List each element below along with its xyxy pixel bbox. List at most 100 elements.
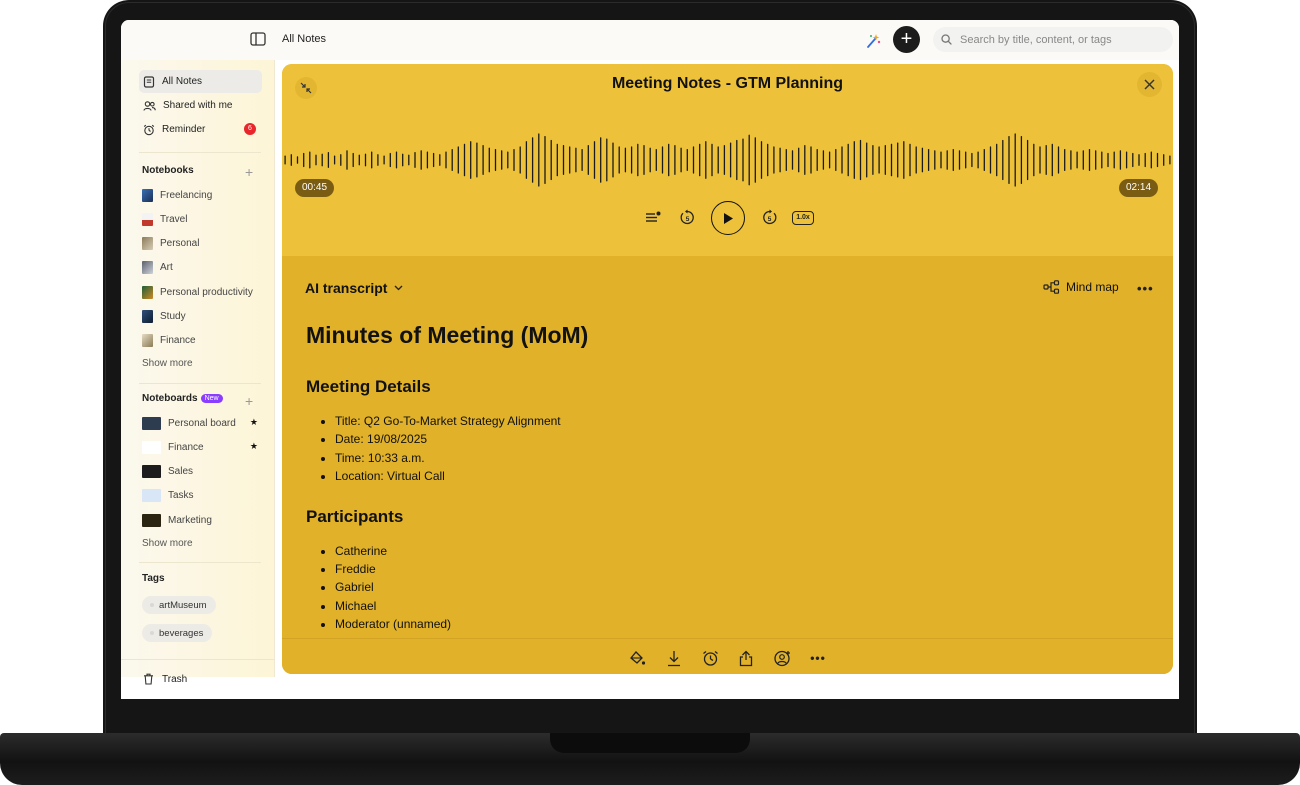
noteboards-show-more-link[interactable]: Show more [142, 538, 193, 549]
chapters-button[interactable] [645, 210, 661, 226]
sidebar-divider [139, 562, 261, 563]
add-note-button[interactable]: + [893, 26, 920, 53]
notebook-label: Study [160, 310, 186, 322]
notebook-label: Finance [160, 334, 196, 346]
notebook-cover [142, 260, 153, 274]
app-window: All Notes + All Notes Shared with me R [121, 20, 1179, 699]
sidebar-divider [139, 152, 261, 153]
notebook-label: Art [160, 261, 173, 273]
notebook-item[interactable]: Personal productivity [142, 283, 262, 301]
noteboard-item[interactable]: Tasks [142, 486, 262, 504]
section-heading-meeting-details: Meeting Details [306, 377, 431, 396]
add-user-icon [773, 650, 790, 666]
notebook-item[interactable]: Study [142, 307, 262, 325]
new-badge: New [200, 394, 223, 403]
audio-player: Meeting Notes - GTM Planning 00:45 02:14… [282, 64, 1173, 256]
sidebar-item-shared[interactable]: Shared with me [139, 94, 262, 117]
laptop-notch [550, 733, 750, 753]
sidebar-divider [139, 383, 261, 384]
sidebar-item-reminder[interactable]: Reminder 6 [139, 118, 262, 141]
sidebar: All Notes Shared with me Reminder 6 Note… [121, 60, 275, 677]
list-item: Date: 19/08/2025 [335, 430, 1126, 448]
tag-pill[interactable]: beverages [142, 624, 213, 642]
list-item: Catherine [335, 542, 1126, 560]
noteboard-label: Finance [168, 441, 204, 453]
notebooks-show-more-link[interactable]: Show more [142, 358, 193, 369]
more-actions-button[interactable]: ••• [809, 649, 827, 667]
list-item: Time: 10:33 a.m. [335, 449, 1126, 467]
noteboard-item[interactable]: Finance ★ [142, 438, 262, 456]
noteboard-item[interactable]: Personal board ★ [142, 414, 262, 432]
sidebar-toggle-icon[interactable] [250, 32, 266, 46]
top-bar: All Notes + [121, 20, 1179, 60]
mind-map-button[interactable]: Mind map [1043, 280, 1119, 294]
tags-heading: Tags [142, 573, 165, 584]
noteboard-item[interactable]: Sales [142, 462, 262, 480]
close-icon [1144, 79, 1155, 90]
sidebar-item-trash[interactable]: Trash [139, 670, 187, 688]
list-item: Title: Q2 Go-To-Market Strategy Alignmen… [335, 412, 1126, 430]
alarm-clock-icon [702, 650, 718, 666]
playback-controls: 5 5 1.0x [642, 201, 822, 235]
skip-forward-button[interactable]: 5 [761, 209, 778, 226]
ai-transcript-label: AI transcript [305, 280, 388, 296]
skip-back-button[interactable]: 5 [679, 209, 696, 226]
svg-text:5: 5 [686, 216, 690, 223]
participants-list: Catherine Freddie Gabriel Michael Modera… [335, 542, 1126, 634]
notebook-item[interactable]: Personal [142, 234, 262, 252]
notebook-item[interactable]: Freelancing [142, 186, 262, 204]
notebook-cover [142, 236, 153, 250]
noteboard-label: Sales [168, 465, 194, 477]
note-action-bar: ••• [282, 638, 1173, 674]
noteboard-cover [142, 416, 161, 430]
search-input[interactable] [960, 33, 1160, 46]
notebook-label: Personal productivity [160, 286, 253, 298]
close-button[interactable] [1137, 72, 1162, 97]
notebook-cover [142, 309, 153, 323]
notebook-item[interactable]: Travel [142, 210, 262, 228]
reminder-button[interactable] [701, 649, 719, 667]
notebook-item[interactable]: Art [142, 258, 262, 276]
sidebar-item-label: All Notes [162, 76, 203, 87]
notebook-item[interactable]: Finance [142, 331, 262, 349]
share-button[interactable] [737, 649, 755, 667]
transcript-document: Minutes of Meeting (MoM) Meeting Details… [306, 320, 1126, 654]
paint-bucket-icon [629, 650, 645, 665]
note-title: Meeting Notes - GTM Planning [611, 75, 844, 92]
noteboard-label: Tasks [168, 489, 194, 501]
noteboard-cover [142, 513, 161, 527]
noteboard-cover [142, 440, 161, 454]
meeting-details-list: Title: Q2 Go-To-Market Strategy Alignmen… [335, 412, 1126, 486]
noteboard-label: Personal board [168, 417, 236, 429]
add-noteboard-icon[interactable]: + [245, 394, 253, 408]
notebook-cover [142, 212, 153, 226]
ai-transcript-dropdown[interactable]: AI transcript [305, 280, 403, 296]
notebook-label: Travel [160, 213, 188, 225]
users-icon [143, 100, 156, 111]
more-options-button[interactable]: ••• [1137, 281, 1154, 296]
notebook-cover [142, 188, 153, 202]
svg-text:5: 5 [768, 216, 772, 223]
mind-map-icon [1043, 280, 1060, 294]
tag-pill[interactable]: artMuseum [142, 596, 216, 614]
collaborate-button[interactable] [773, 649, 791, 667]
sidebar-item-all-notes[interactable]: All Notes [139, 70, 262, 93]
ai-sparkle-button[interactable] [860, 28, 886, 54]
sidebar-item-label: Shared with me [163, 100, 233, 111]
audio-waveform[interactable] [282, 130, 1173, 190]
noteboard-cover [142, 464, 161, 478]
noteboard-item[interactable]: Marketing [142, 511, 262, 529]
list-item: Freddie [335, 560, 1126, 578]
playback-speed-button[interactable]: 1.0x [792, 211, 814, 225]
page-title: All Notes [282, 33, 327, 45]
add-notebook-icon[interactable]: + [245, 165, 253, 179]
list-item: Moderator (unnamed) [335, 615, 1126, 633]
search-box[interactable] [933, 27, 1173, 52]
current-time: 00:45 [295, 179, 335, 197]
play-button[interactable] [711, 201, 745, 235]
fill-color-button[interactable] [628, 649, 646, 667]
star-icon[interactable]: ★ [250, 417, 258, 428]
sparkle-wand-icon [867, 34, 881, 48]
star-icon[interactable]: ★ [250, 441, 258, 452]
download-button[interactable] [665, 649, 683, 667]
